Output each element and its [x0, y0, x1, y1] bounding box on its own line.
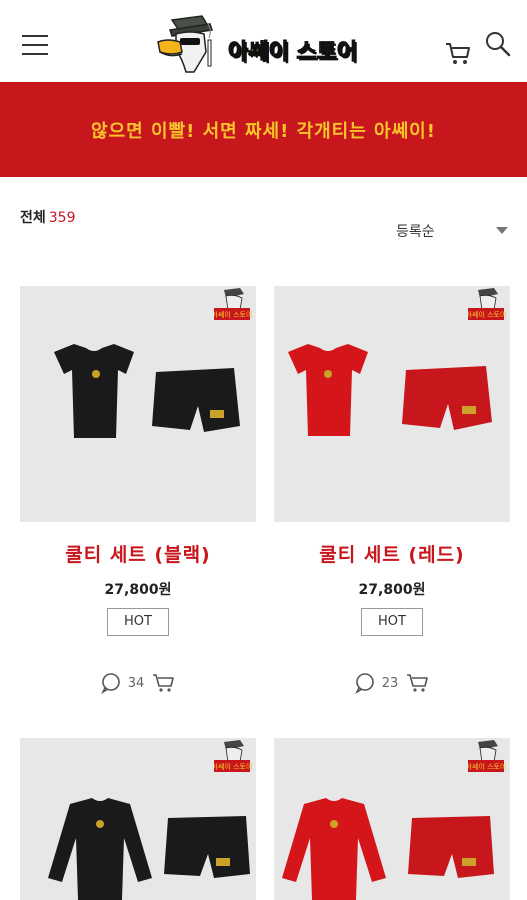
- sort-dropdown[interactable]: 등록순: [396, 221, 512, 241]
- product-card[interactable]: 아쎄이 스토어 쿨티 세트 (블랙) 27,800원 HOT 34: [20, 286, 256, 694]
- badge-text: 아쎄이 스토어: [468, 310, 506, 319]
- product-count: 전체 359: [20, 207, 76, 227]
- badge-text: 아쎄이 스토어: [214, 310, 252, 319]
- store-logo[interactable]: 아쎄이 스토어: [150, 12, 380, 78]
- add-to-cart-icon[interactable]: [406, 672, 430, 694]
- total-count: 359: [48, 210, 76, 226]
- store-badge-icon: 아쎄이 스토어: [214, 740, 252, 772]
- product-meta: 23: [274, 672, 510, 694]
- product-name[interactable]: 쿨티 세트 (블랙): [20, 540, 256, 567]
- chevron-down-icon: [496, 227, 508, 234]
- badge-text: 아쎄이 스토어: [214, 762, 252, 771]
- product-image[interactable]: 아쎄이 스토어: [274, 738, 510, 900]
- product-image[interactable]: 아쎄이 스토어: [20, 286, 256, 522]
- hamburger-menu-icon[interactable]: [22, 35, 48, 57]
- store-badge-icon: 아쎄이 스토어: [468, 740, 506, 772]
- product-card[interactable]: 아쎄이 스토어: [20, 738, 256, 900]
- product-price: 27,800원: [104, 582, 172, 598]
- product-card[interactable]: 아쎄이 스토어: [274, 738, 510, 900]
- cart-icon[interactable]: [444, 38, 472, 66]
- eagle-mascot-icon: [157, 15, 213, 73]
- product-image[interactable]: 아쎄이 스토어: [20, 738, 256, 900]
- product-name[interactable]: 쿨티 세트 (레드): [274, 540, 510, 567]
- store-badge-icon: 아쎄이 스토어: [468, 288, 506, 320]
- product-card[interactable]: 아쎄이 스토어 쿨티 세트 (레드) 27,800원 HOT 23: [274, 286, 510, 694]
- comment-icon[interactable]: [354, 672, 376, 694]
- search-icon[interactable]: [484, 30, 512, 58]
- comment-count: 23: [381, 675, 399, 691]
- product-price: 27,800원: [358, 582, 426, 598]
- promo-banner[interactable]: 않으면 이빨! 서면 짜세! 각개티는 아쎄이!: [0, 82, 527, 177]
- total-label: 전체: [20, 210, 46, 226]
- hot-tag: HOT: [361, 608, 423, 636]
- product-image[interactable]: 아쎄이 스토어: [274, 286, 510, 522]
- add-to-cart-icon[interactable]: [152, 672, 176, 694]
- product-meta: 34: [20, 672, 256, 694]
- comment-icon[interactable]: [100, 672, 122, 694]
- sort-label: 등록순: [396, 224, 435, 240]
- logo-text: 아쎄이 스토어: [227, 40, 358, 66]
- store-badge-icon: 아쎄이 스토어: [214, 288, 252, 320]
- banner-text: 않으면 이빨! 서면 짜세! 각개티는 아쎄이!: [91, 120, 436, 142]
- comment-count: 34: [127, 675, 145, 691]
- badge-text: 아쎄이 스토어: [468, 762, 506, 771]
- hot-tag: HOT: [107, 608, 169, 636]
- app-header: 아쎄이 스토어: [0, 0, 527, 82]
